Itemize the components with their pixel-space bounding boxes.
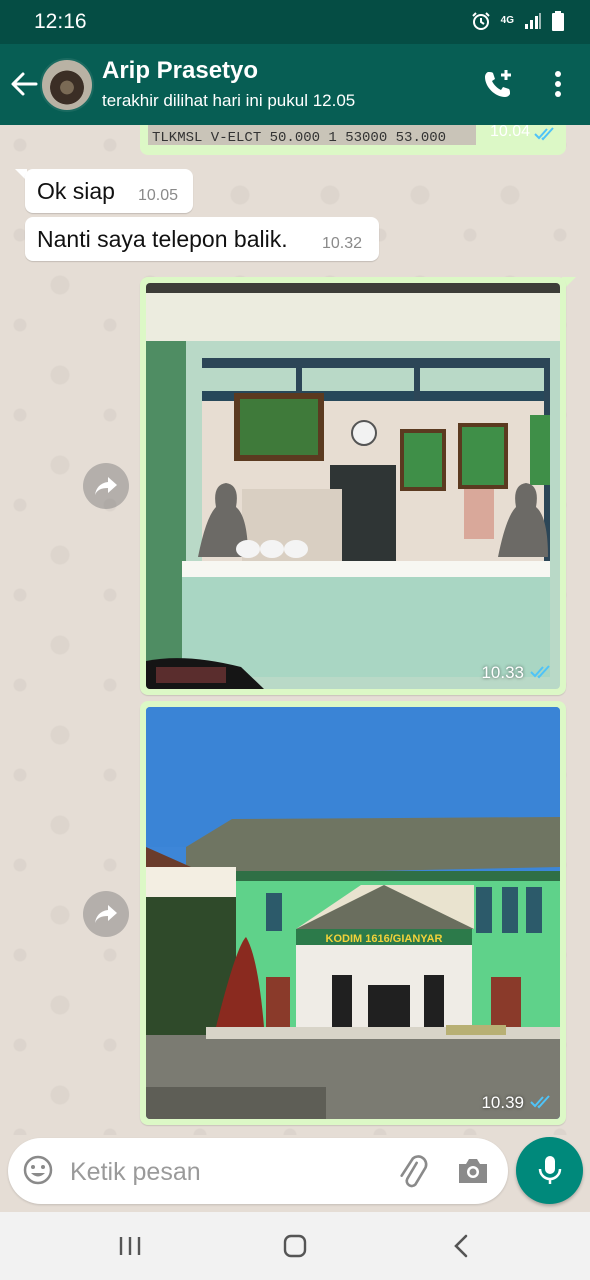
office-photo[interactable] [146,283,560,689]
battery-icon [552,11,564,31]
forward-icon [95,905,117,923]
mic-button[interactable] [516,1137,583,1204]
message-time: 10.33 [481,663,524,682]
message-time: 10.04 [489,125,530,140]
message-input[interactable] [68,1152,382,1192]
back-arrow-icon[interactable] [8,66,40,102]
network-4g-icon: 4G [500,15,514,26]
building-sign-text: KODIM 1616/GIANYAR [326,933,443,945]
contact-name[interactable]: Arip Prasetyo [102,57,258,85]
message-time: 10.39 [481,1093,524,1112]
message-image-bubble[interactable]: TLKMSL V-ELCT 50.000 1 53000 53.000 10.0… [140,125,566,155]
last-seen-status: terakhir dilihat hari ini pukul 12.05 [102,91,356,110]
forward-button[interactable] [83,891,129,937]
message-text: Nanti saya telepon balik. [37,226,288,252]
receipt-image-strip: TLKMSL V-ELCT 50.000 1 53000 53.000 [148,125,476,145]
forward-icon [95,477,117,495]
read-ticks-icon [534,127,554,141]
message-image-bubble[interactable]: KODIM 1616/GIANYAR 10.39 [140,701,566,1125]
chat-messages[interactable]: TLKMSL V-ELCT 50.000 1 53000 53.000 10.0… [0,125,590,1135]
message-text: Ok siap [37,178,115,204]
forward-button[interactable] [83,463,129,509]
system-navigation-bar [0,1212,590,1280]
recent-apps-icon[interactable] [118,1234,142,1258]
message-image-bubble[interactable]: 10.33 [140,277,566,695]
avatar[interactable] [40,58,94,112]
status-time: 12:16 [34,10,87,33]
message-bubble-incoming[interactable]: Ok siap 10.05 [25,169,193,213]
signal-icon [525,13,541,29]
more-vert-icon[interactable] [548,68,568,100]
home-icon[interactable] [283,1234,307,1258]
message-bubble-incoming[interactable]: Nanti saya telepon balik. 10.32 [25,217,379,261]
read-ticks-icon [530,665,550,679]
message-time: 10.05 [138,187,179,204]
attach-icon[interactable] [394,1152,428,1190]
building-photo[interactable]: KODIM 1616/GIANYAR [146,707,560,1119]
microphone-icon [538,1156,562,1184]
read-ticks-icon [530,1095,550,1109]
message-time: 10.32 [322,235,363,252]
emoji-icon[interactable] [22,1154,54,1186]
status-bar: 12:16 4G [0,0,590,44]
status-icons: 4G [471,11,564,31]
alarm-icon [471,12,490,30]
chat-header: Arip Prasetyo terakhir dilihat hari ini … [0,44,590,125]
message-composer [8,1138,508,1204]
back-icon[interactable] [452,1234,472,1258]
add-call-icon[interactable] [482,68,514,100]
camera-icon[interactable] [456,1156,490,1186]
